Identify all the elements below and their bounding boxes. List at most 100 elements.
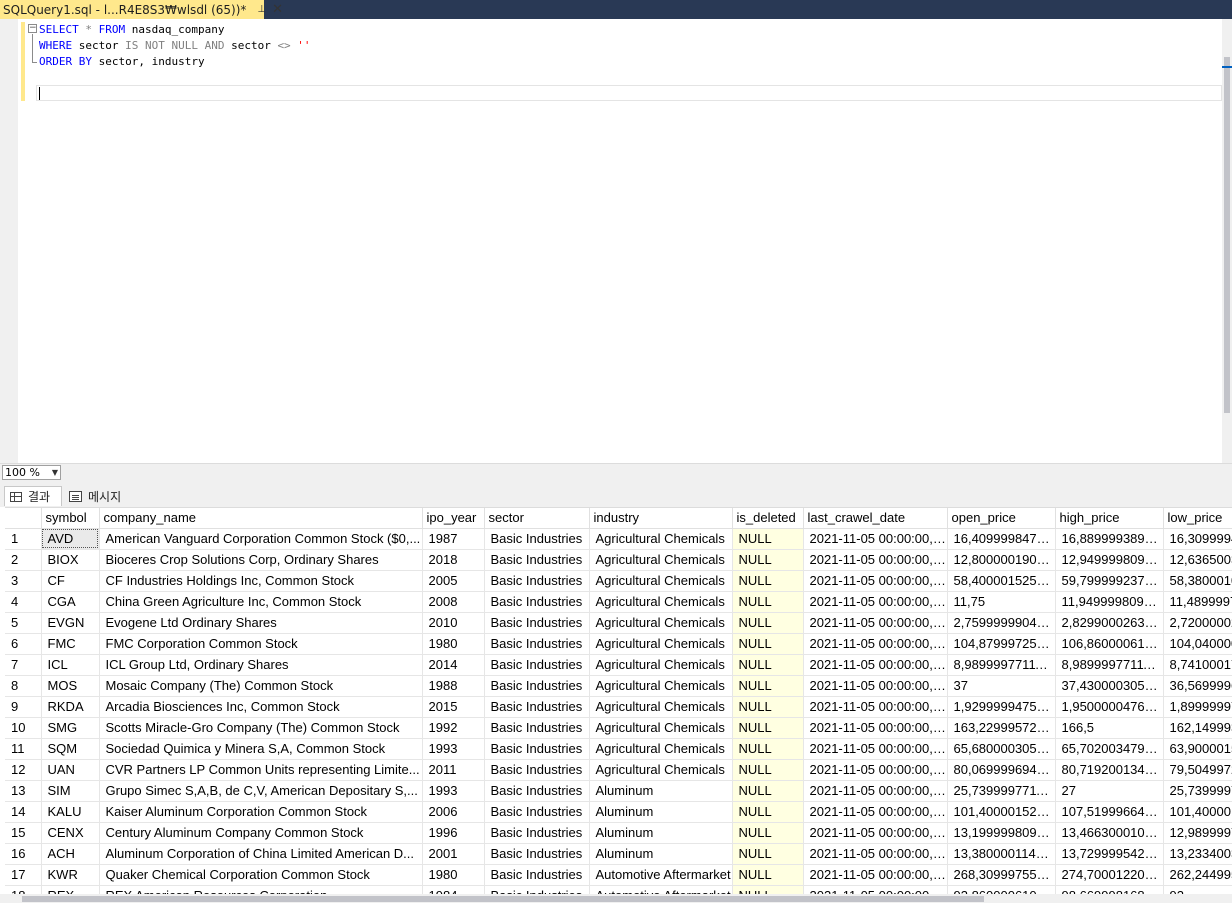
cell-industry[interactable]: Agricultural Chemicals	[589, 675, 733, 697]
cell-last-crawel-date[interactable]: 2021-11-05 00:00:00,000	[803, 570, 948, 592]
cell-ipo-year[interactable]: 1996	[422, 822, 485, 844]
cell-last-crawel-date[interactable]: 2021-11-05 00:00:00,000	[803, 675, 948, 697]
cell-symbol[interactable]: KWR	[41, 864, 100, 886]
cell-open-price[interactable]: 2,75999999046326	[947, 612, 1056, 634]
cell-company-name[interactable]: Aluminum Corporation of China Limited Am…	[99, 843, 423, 865]
cell-sector[interactable]: Basic Industries	[484, 885, 590, 894]
cell-high-price[interactable]: 80,7192001342773	[1055, 759, 1164, 781]
cell-industry[interactable]: Agricultural Chemicals	[589, 612, 733, 634]
cell-company-name[interactable]: Scotts Miracle-Gro Company (The) Common …	[99, 717, 423, 739]
cell-sector[interactable]: Basic Industries	[484, 675, 590, 697]
cell-symbol[interactable]: REX	[41, 885, 100, 894]
editor-vertical-scrollbar[interactable]	[1222, 19, 1232, 463]
cell-sector[interactable]: Basic Industries	[484, 843, 590, 865]
column-header-low-price[interactable]: low_price	[1163, 508, 1232, 529]
collapse-icon[interactable]: −	[28, 24, 37, 33]
cell-last-crawel-date[interactable]: 2021-11-05 00:00:00,000	[803, 591, 948, 613]
cell-is-deleted[interactable]: NULL	[732, 675, 804, 697]
cell-is-deleted[interactable]: NULL	[732, 780, 804, 802]
cell-ipo-year[interactable]: 1993	[422, 738, 485, 760]
table-row[interactable]: 4 CGA China Green Agriculture Inc, Common …	[5, 591, 1232, 613]
column-header-high-price[interactable]: high_price	[1055, 508, 1164, 529]
cell-ipo-year[interactable]: 1980	[422, 633, 485, 655]
cell-company-name[interactable]: China Green Agriculture Inc, Common Stoc…	[99, 591, 423, 613]
table-row[interactable]: 11 SQM Sociedad Quimica y Minera S,A, Comm…	[5, 738, 1232, 760]
cell-company-name[interactable]: REX American Resources Corporation	[99, 885, 423, 894]
table-row[interactable]: 9 RKDA Arcadia Biosciences Inc, Common Sto…	[5, 696, 1232, 718]
cell-sector[interactable]: Basic Industries	[484, 528, 590, 550]
cell-open-price[interactable]: 163,229995727539	[947, 717, 1056, 739]
cell-symbol[interactable]: CGA	[41, 591, 100, 613]
cell-low-price[interactable]: 2,72000002861023	[1163, 612, 1232, 634]
cell-company-name[interactable]: Century Aluminum Company Common Stock	[99, 822, 423, 844]
cell-high-price[interactable]: 274,700012207031	[1055, 864, 1164, 886]
cell-open-price[interactable]: 25,7399997711182	[947, 780, 1056, 802]
cell-high-price[interactable]: 65,7020034790039	[1055, 738, 1164, 760]
cell-ipo-year[interactable]: 2005	[422, 570, 485, 592]
cell-high-price[interactable]: 13,7299995422363	[1055, 843, 1164, 865]
cell-symbol[interactable]: UAN	[41, 759, 100, 781]
cell-company-name[interactable]: CVR Partners LP Common Units representin…	[99, 759, 423, 781]
cell-low-price[interactable]: 162,149993896484	[1163, 717, 1232, 739]
cell-open-price[interactable]: 80,0699996948242	[947, 759, 1056, 781]
results-grid[interactable]: symbol company_name ipo_year sector industry…	[5, 507, 1232, 894]
cell-industry[interactable]: Agricultural Chemicals	[589, 591, 733, 613]
cell-low-price[interactable]: 8,74100017547607	[1163, 654, 1232, 676]
row-number[interactable]: 8	[5, 675, 42, 697]
column-header-industry[interactable]: industry	[589, 508, 733, 529]
cell-open-price[interactable]: 58,4000015258789	[947, 570, 1056, 592]
cell-is-deleted[interactable]: NULL	[732, 738, 804, 760]
cell-sector[interactable]: Basic Industries	[484, 570, 590, 592]
cell-company-name[interactable]: Kaiser Aluminum Corporation Common Stock	[99, 801, 423, 823]
query-document-tab[interactable]: SQLQuery1.sql - l...R4E8S3₩wlsdl (65))* …	[0, 0, 283, 19]
grid-horizontal-scrollbar[interactable]	[0, 894, 1232, 903]
cell-sector[interactable]: Basic Industries	[484, 612, 590, 634]
pin-icon[interactable]: ⊥	[257, 4, 266, 15]
cell-high-price[interactable]: 8,98999977111816	[1055, 654, 1164, 676]
cell-is-deleted[interactable]: NULL	[732, 801, 804, 823]
column-header-last-crawel-date[interactable]: last_crawel_date	[803, 508, 948, 529]
row-number[interactable]: 5	[5, 612, 42, 634]
table-row[interactable]: 1 AVD American Vanguard Corporation Common…	[5, 528, 1232, 550]
cell-symbol[interactable]: RKDA	[41, 696, 100, 718]
cell-industry[interactable]: Agricultural Chemicals	[589, 759, 733, 781]
cell-last-crawel-date[interactable]: 2021-11-05 00:00:00,000	[803, 885, 948, 894]
cell-industry[interactable]: Automotive Aftermarket	[589, 885, 733, 894]
cell-company-name[interactable]: ICL Group Ltd, Ordinary Shares	[99, 654, 423, 676]
cell-is-deleted[interactable]: NULL	[732, 591, 804, 613]
cell-open-price[interactable]: 268,309997558594	[947, 864, 1056, 886]
cell-industry[interactable]: Automotive Aftermarket	[589, 864, 733, 886]
cell-high-price[interactable]: 11,9499998092651	[1055, 591, 1164, 613]
cell-ipo-year[interactable]: 2008	[422, 591, 485, 613]
cell-low-price[interactable]: 262,2449951171875	[1163, 864, 1232, 886]
cell-low-price[interactable]: 58,3800010681152	[1163, 570, 1232, 592]
cell-company-name[interactable]: FMC Corporation Common Stock	[99, 633, 423, 655]
cell-symbol[interactable]: FMC	[41, 633, 100, 655]
cell-last-crawel-date[interactable]: 2021-11-05 00:00:00,000	[803, 822, 948, 844]
row-number[interactable]: 15	[5, 822, 42, 844]
row-number[interactable]: 3	[5, 570, 42, 592]
cell-is-deleted[interactable]: NULL	[732, 570, 804, 592]
cell-sector[interactable]: Basic Industries	[484, 654, 590, 676]
cell-ipo-year[interactable]: 1992	[422, 717, 485, 739]
cell-is-deleted[interactable]: NULL	[732, 654, 804, 676]
cell-company-name[interactable]: American Vanguard Corporation Common Sto…	[99, 528, 423, 550]
cell-ipo-year[interactable]: 2006	[422, 801, 485, 823]
column-header-is-deleted[interactable]: is_deleted	[732, 508, 804, 529]
table-row[interactable]: 6 FMC FMC Corporation Common Stock 1980 Basi…	[5, 633, 1232, 655]
cell-is-deleted[interactable]: NULL	[732, 528, 804, 550]
cell-sector[interactable]: Basic Industries	[484, 717, 590, 739]
cell-last-crawel-date[interactable]: 2021-11-05 00:00:00,000	[803, 801, 948, 823]
cell-ipo-year[interactable]: 2011	[422, 759, 485, 781]
row-number[interactable]: 18	[5, 885, 42, 894]
cell-ipo-year[interactable]: 2010	[422, 612, 485, 634]
sql-code[interactable]: SELECT * FROM nasdaq_company WHERE secto…	[39, 22, 311, 70]
cell-industry[interactable]: Agricultural Chemicals	[589, 696, 733, 718]
cell-industry[interactable]: Agricultural Chemicals	[589, 633, 733, 655]
cell-is-deleted[interactable]: NULL	[732, 843, 804, 865]
cell-high-price[interactable]: 16,8899993896484	[1055, 528, 1164, 550]
cell-open-price[interactable]: 101,400001525879	[947, 801, 1056, 823]
cell-last-crawel-date[interactable]: 2021-11-05 00:00:00,000	[803, 843, 948, 865]
row-number[interactable]: 7	[5, 654, 42, 676]
column-header-symbol[interactable]: symbol	[41, 508, 100, 529]
